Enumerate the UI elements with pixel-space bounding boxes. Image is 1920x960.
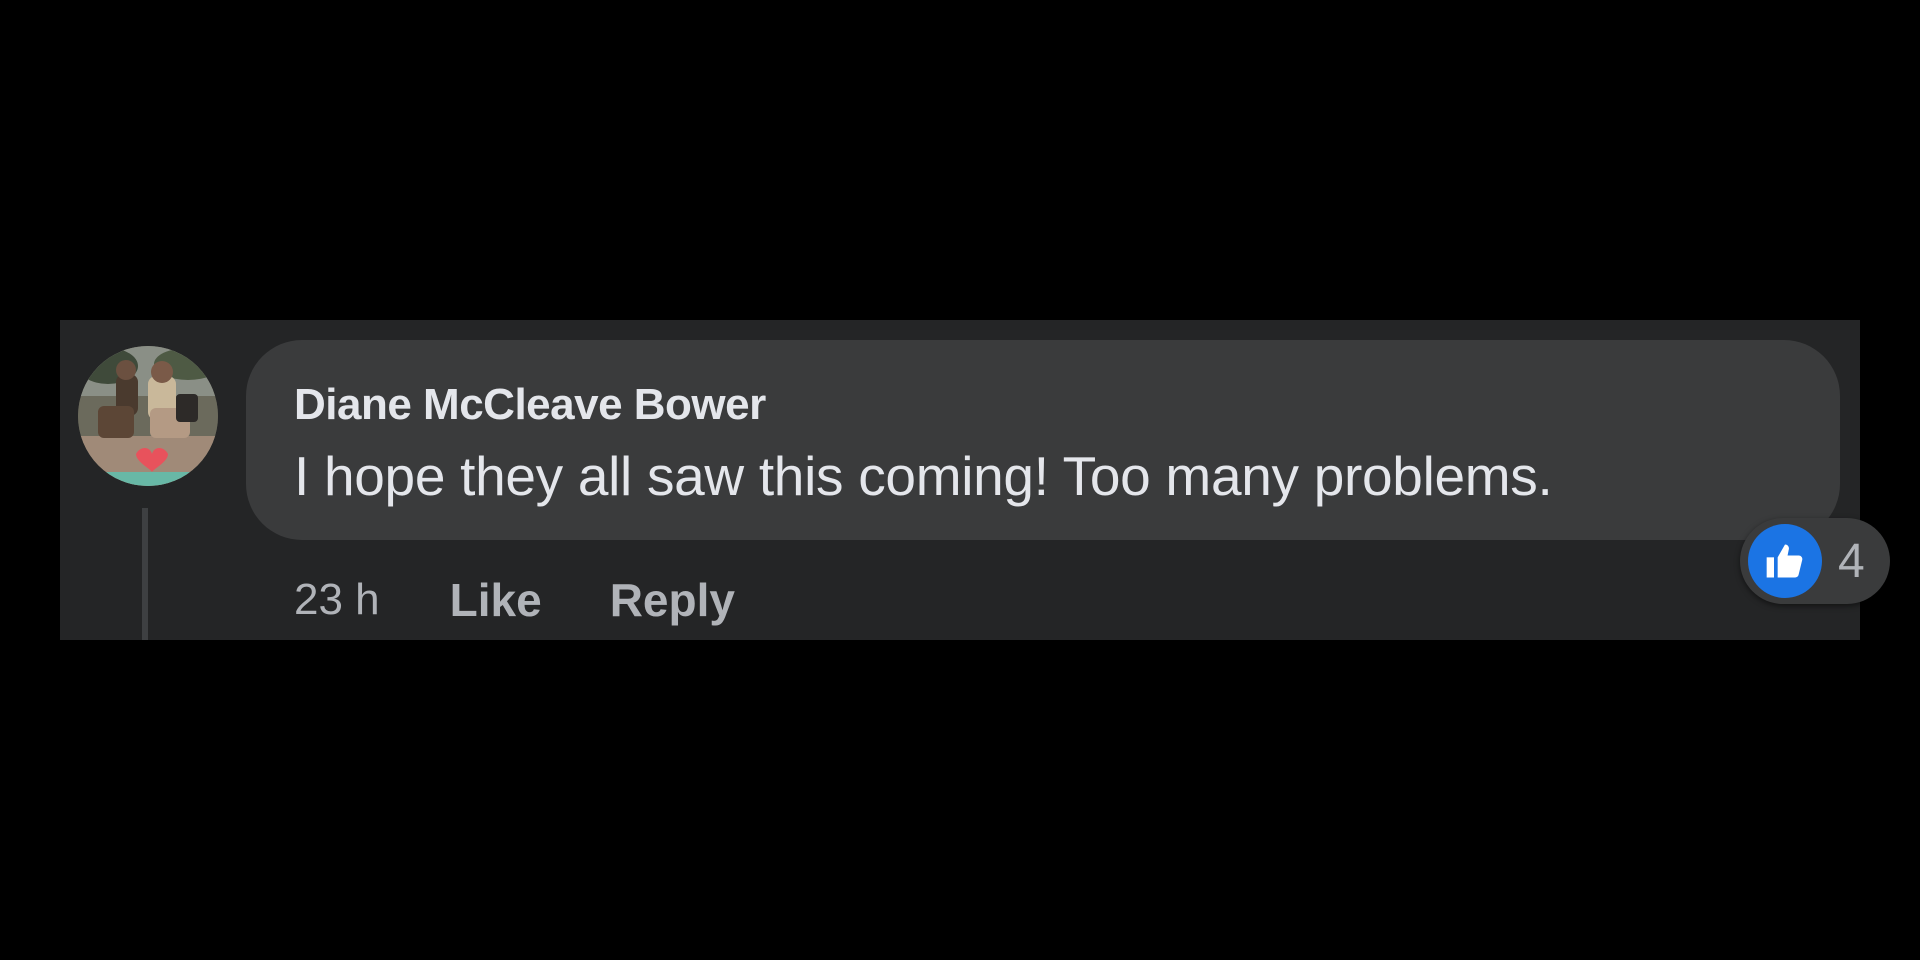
comment-panel: Diane McCleave Bower I hope they all saw… xyxy=(60,320,1890,640)
comment-bubble: Diane McCleave Bower I hope they all saw… xyxy=(246,340,1840,540)
like-button[interactable]: Like xyxy=(450,573,542,627)
reaction-summary[interactable]: 4 xyxy=(1740,518,1890,604)
comment-text: I hope they all saw this coming! Too man… xyxy=(294,445,1553,507)
reply-button[interactable]: Reply xyxy=(610,573,735,627)
thumbs-up-icon xyxy=(1748,524,1822,598)
avatar-photo xyxy=(78,346,218,486)
comment-author[interactable]: Diane McCleave Bower xyxy=(294,380,766,430)
comment-actions: 23 h Like Reply xyxy=(294,570,803,630)
avatar[interactable] xyxy=(78,346,218,486)
reaction-count: 4 xyxy=(1838,535,1865,588)
thread-line xyxy=(142,508,148,640)
comment-timestamp[interactable]: 23 h xyxy=(294,575,380,625)
